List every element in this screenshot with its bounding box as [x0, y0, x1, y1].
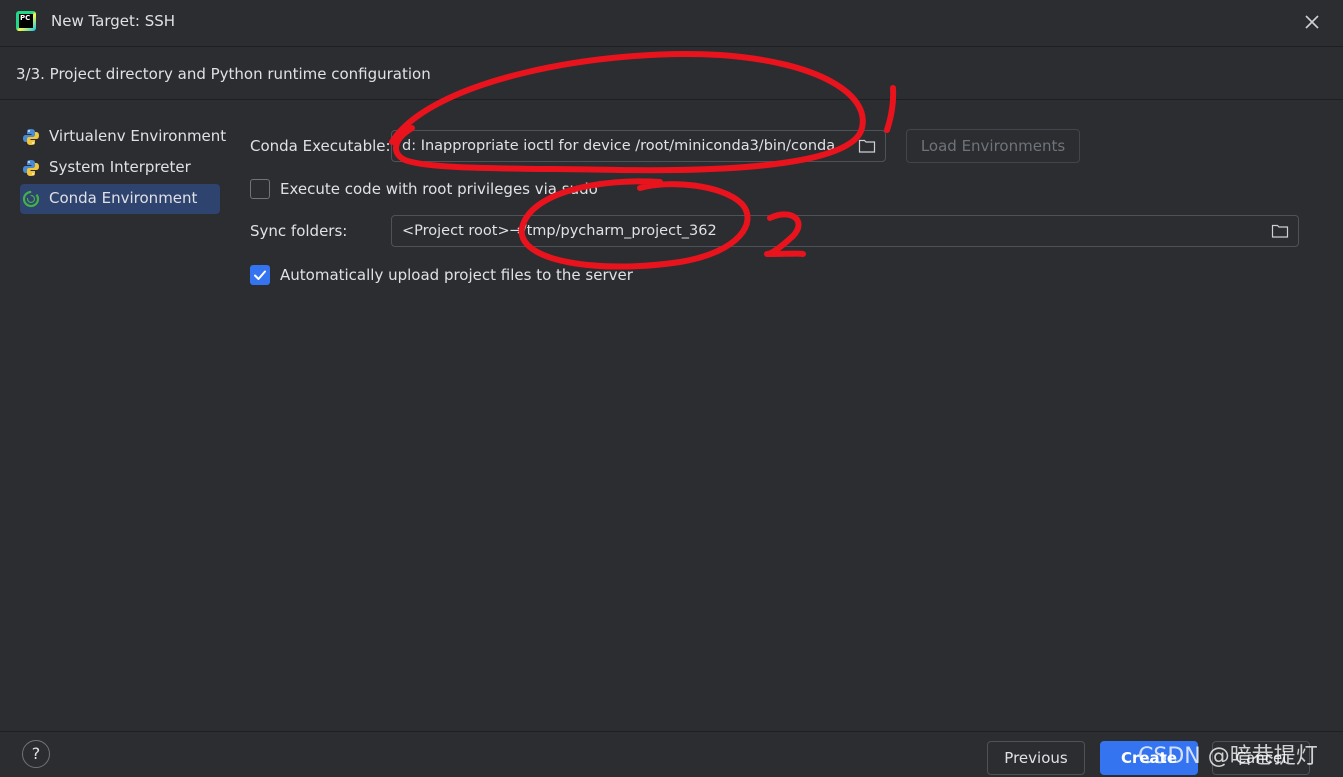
- python-icon: [23, 129, 39, 145]
- conda-executable-label: Conda Executable:: [250, 137, 391, 155]
- help-button[interactable]: ?: [22, 740, 50, 768]
- sidebar-item-label: Virtualenv Environment: [49, 127, 227, 145]
- step-title: 3/3. Project directory and Python runtim…: [16, 65, 431, 83]
- sidebar-item-virtualenv[interactable]: Virtualenv Environment: [20, 122, 226, 152]
- footer-divider: [0, 731, 1343, 732]
- conda-executable-field[interactable]: [391, 130, 886, 162]
- close-icon: [1305, 15, 1319, 29]
- conda-executable-input[interactable]: [392, 131, 857, 161]
- root-privileges-label: Execute code with root privileges via su…: [280, 180, 598, 198]
- sync-folders-label: Sync folders:: [250, 222, 348, 240]
- close-button[interactable]: [1300, 10, 1324, 34]
- auto-upload-label: Automatically upload project files to th…: [280, 266, 633, 284]
- window-title: New Target: SSH: [51, 12, 176, 30]
- environment-type-list: Virtualenv Environment System Interprete…: [0, 100, 232, 730]
- csdn-watermark: CSDN @暗巷提灯: [1138, 744, 1318, 769]
- folder-icon[interactable]: [1271, 223, 1289, 239]
- logo-text: PC: [19, 14, 33, 28]
- sync-folders-field[interactable]: [391, 215, 1299, 247]
- title-divider: [0, 46, 1343, 47]
- previous-button[interactable]: Previous: [987, 741, 1085, 775]
- conda-icon: [22, 190, 40, 208]
- stroke-annotation-1: [884, 85, 897, 133]
- sidebar-item-system-interpreter[interactable]: System Interpreter: [20, 153, 220, 183]
- sidebar-item-conda[interactable]: Conda Environment: [20, 184, 220, 214]
- title-bar: PC New Target: SSH: [0, 0, 1343, 46]
- auto-upload-checkbox[interactable]: [250, 265, 270, 285]
- sidebar-item-label: System Interpreter: [49, 158, 191, 176]
- load-environments-button[interactable]: Load Environments: [906, 129, 1080, 163]
- python-icon: [23, 160, 39, 176]
- sidebar-item-label: Conda Environment: [49, 189, 198, 207]
- pycharm-logo-icon: PC: [16, 11, 36, 31]
- folder-icon[interactable]: [858, 138, 876, 154]
- sync-folders-input[interactable]: [392, 216, 1262, 246]
- root-privileges-checkbox[interactable]: [250, 179, 270, 199]
- checkmark-icon: [254, 270, 266, 280]
